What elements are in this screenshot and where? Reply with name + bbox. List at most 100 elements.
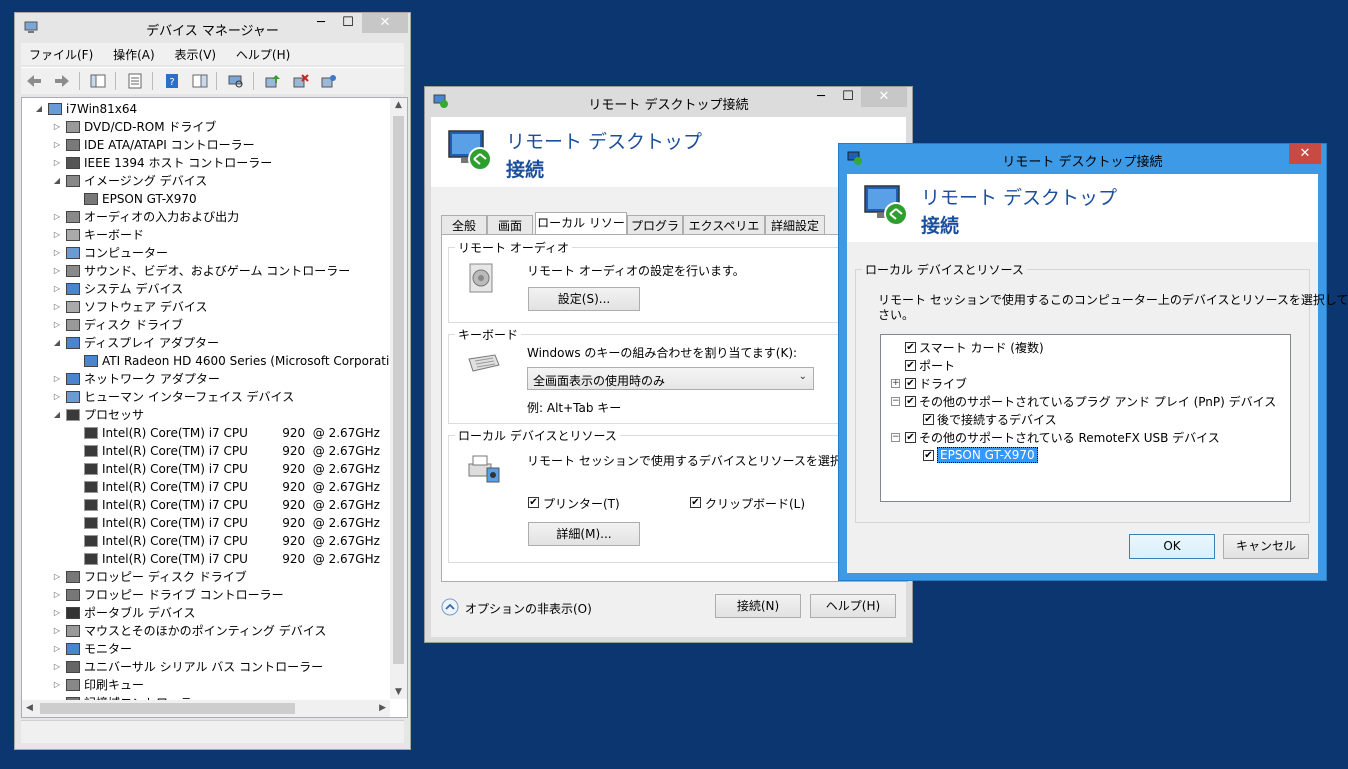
collapsed-icon[interactable]: ▷ (52, 622, 62, 640)
device-checklist[interactable]: ✔ スマート カード (複数) ✔ ポート + ✔ ドライブ − ✔ その他のサポートされているプ… (880, 334, 1291, 502)
tree-item[interactable]: Intel(R) Core(TM) i7 CPU 920 @ 2.67GHz (22, 424, 390, 442)
tree-item[interactable]: ▷ マウスとそのほかのポインティング デバイス (22, 622, 390, 640)
properties-icon[interactable] (126, 73, 144, 89)
tree-item[interactable]: Intel(R) Core(TM) i7 CPU 920 @ 2.67GHz (22, 478, 390, 496)
menu-action[interactable]: 操作(A) (105, 43, 163, 63)
collapsed-icon[interactable]: ▷ (52, 298, 62, 316)
collapsed-icon[interactable]: ▷ (52, 208, 62, 226)
device-manager-titlebar[interactable]: デバイス マネージャー ─ ☐ ✕ (15, 13, 410, 43)
tree-item[interactable]: Intel(R) Core(TM) i7 CPU 920 @ 2.67GHz (22, 442, 390, 460)
collapsed-icon[interactable]: ▷ (52, 568, 62, 586)
uninstall-device-icon[interactable] (292, 73, 310, 89)
vertical-scrollbar[interactable]: ▲ ▼ (390, 98, 407, 699)
minimize-button[interactable]: ─ (307, 13, 335, 33)
show-hide-console-tree-icon[interactable] (89, 73, 107, 89)
tree-item[interactable]: ▷ キーボード (22, 226, 390, 244)
tree-item[interactable]: ▷ ディスク ドライブ (22, 316, 390, 334)
tab-local-resources[interactable]: ローカル リソース (535, 212, 627, 250)
collapsed-icon[interactable]: ▷ (52, 658, 62, 676)
collapse-icon[interactable]: − (891, 397, 900, 406)
tree-item[interactable]: ATI Radeon HD 4600 Series (Microsoft Cor… (22, 352, 407, 370)
tree-item[interactable]: ▷ IDE ATA/ATAPI コントローラー (22, 136, 390, 154)
tree-item[interactable]: ▷ ヒューマン インターフェイス デバイス (22, 388, 390, 406)
collapse-icon[interactable]: − (891, 433, 900, 442)
menu-file[interactable]: ファイル(F) (21, 43, 101, 63)
tree-item[interactable]: ▷ サウンド、ビデオ、およびゲーム コントローラー (22, 262, 390, 280)
cancel-button[interactable]: キャンセル (1223, 534, 1309, 559)
enable-device-icon[interactable] (320, 73, 338, 89)
scroll-right-icon[interactable]: ▶ (379, 703, 386, 713)
collapsed-icon[interactable]: ▷ (52, 604, 62, 622)
device-checkbox[interactable]: ✔ (905, 396, 916, 407)
scroll-left-icon[interactable]: ◀ (26, 703, 33, 713)
horizontal-scroll-thumb[interactable] (40, 703, 295, 714)
tree-item[interactable]: ◢ プロセッサ (22, 406, 390, 424)
maximize-button[interactable]: ☐ (335, 13, 361, 33)
device-item-label[interactable]: スマート カード (複数) (919, 339, 1044, 356)
device-item-label[interactable]: その他のサポートされている RemoteFX USB デバイス (919, 429, 1220, 446)
device-item-label[interactable]: ドライブ (919, 375, 967, 392)
dialog-titlebar[interactable]: リモート デスクトップ接続 ✕ (839, 144, 1326, 174)
collapsed-icon[interactable]: ▷ (52, 316, 62, 334)
tree-item[interactable]: Intel(R) Core(TM) i7 CPU 920 @ 2.67GHz (22, 532, 390, 550)
tree-item[interactable]: ▷ 印刷キュー (22, 676, 390, 694)
tree-item[interactable]: ▷ システム デバイス (22, 280, 390, 298)
tab-display[interactable]: 画面 (487, 215, 533, 235)
back-arrow-icon[interactable] (25, 73, 43, 89)
update-driver-icon[interactable] (264, 73, 282, 89)
device-tree[interactable]: ◢ i7Win81x64 ▷ DVD/CD-ROM ドライブ ▷ IDE ATA/ATAP… (21, 97, 408, 718)
clipboard-checkbox[interactable]: ✔ (690, 497, 701, 508)
tree-item[interactable]: Intel(R) Core(TM) i7 CPU 920 @ 2.67GHz (22, 496, 390, 514)
audio-settings-button[interactable]: 設定(S)... (528, 287, 640, 311)
tree-item[interactable]: ▷ IEEE 1394 ホスト コントローラー (22, 154, 390, 172)
collapsed-icon[interactable]: ▷ (52, 136, 62, 154)
vertical-scroll-thumb[interactable] (393, 116, 404, 664)
tab-general[interactable]: 全般 (441, 215, 487, 235)
tab-experience[interactable]: エクスペリエンス (683, 215, 765, 253)
tree-item[interactable]: Intel(R) Core(TM) i7 CPU 920 @ 2.67GHz (22, 460, 390, 478)
tree-item[interactable]: ◢ ディスプレイ アダプター (22, 334, 390, 352)
expanded-icon[interactable]: ◢ (52, 406, 62, 424)
collapsed-icon[interactable]: ▷ (52, 154, 62, 172)
expanded-icon[interactable]: ◢ (34, 100, 44, 118)
scroll-down-icon[interactable]: ▼ (395, 687, 402, 697)
tree-item[interactable]: ▷ コンピューター (22, 244, 390, 262)
tree-item[interactable]: Intel(R) Core(TM) i7 CPU 920 @ 2.67GHz (22, 514, 390, 532)
tree-item[interactable]: ▷ フロッピー ドライブ コントローラー (22, 586, 390, 604)
collapsed-icon[interactable]: ▷ (52, 370, 62, 388)
device-checkbox[interactable]: ✔ (923, 414, 934, 425)
keyboard-combination-select[interactable]: 全画面表示の使用時のみ ⌄ (527, 367, 814, 390)
close-button[interactable]: ✕ (1289, 144, 1321, 164)
scan-hardware-icon[interactable] (227, 73, 245, 89)
device-item-label[interactable]: ポート (919, 357, 955, 374)
device-checkbox[interactable]: ✔ (905, 342, 916, 353)
collapsed-icon[interactable]: ▷ (52, 586, 62, 604)
device-item-label[interactable]: その他のサポートされているプラグ アンド プレイ (PnP) デバイス (919, 393, 1276, 410)
action-pane-icon[interactable] (191, 73, 209, 89)
device-checkbox[interactable]: ✔ (905, 360, 916, 371)
tree-item[interactable]: ▷ DVD/CD-ROM ドライブ (22, 118, 390, 136)
tree-item[interactable]: EPSON GT-X970 (22, 190, 390, 208)
tree-item[interactable]: ◢ イメージング デバイス (22, 172, 390, 190)
ok-button[interactable]: OK (1129, 534, 1215, 559)
expand-icon[interactable]: + (891, 379, 900, 388)
close-button[interactable]: ✕ (861, 87, 907, 107)
scroll-up-icon[interactable]: ▲ (395, 100, 402, 110)
connect-button[interactable]: 接続(N) (715, 594, 801, 618)
details-button[interactable]: 詳細(M)... (528, 522, 640, 546)
expanded-icon[interactable]: ◢ (52, 172, 62, 190)
device-item-label[interactable]: 後で接続するデバイス (937, 411, 1057, 428)
tree-item[interactable]: ▷ ネットワーク アダプター (22, 370, 390, 388)
tree-item[interactable]: ▷ ポータブル デバイス (22, 604, 390, 622)
forward-arrow-icon[interactable] (53, 73, 71, 89)
tree-item[interactable]: Intel(R) Core(TM) i7 CPU 920 @ 2.67GHz (22, 550, 390, 568)
tab-advanced[interactable]: 詳細設定 (765, 215, 825, 235)
collapsed-icon[interactable]: ▷ (52, 244, 62, 262)
collapsed-icon[interactable]: ▷ (52, 388, 62, 406)
tree-item[interactable]: ▷ モニター (22, 640, 390, 658)
minimize-button[interactable]: ─ (807, 87, 835, 107)
collapsed-icon[interactable]: ▷ (52, 118, 62, 136)
device-item-label[interactable]: EPSON GT-X970 (937, 447, 1038, 463)
horizontal-scrollbar[interactable]: ◀ ▶ (22, 700, 390, 717)
hide-options-link[interactable]: オプションの非表示(O) (465, 600, 592, 617)
